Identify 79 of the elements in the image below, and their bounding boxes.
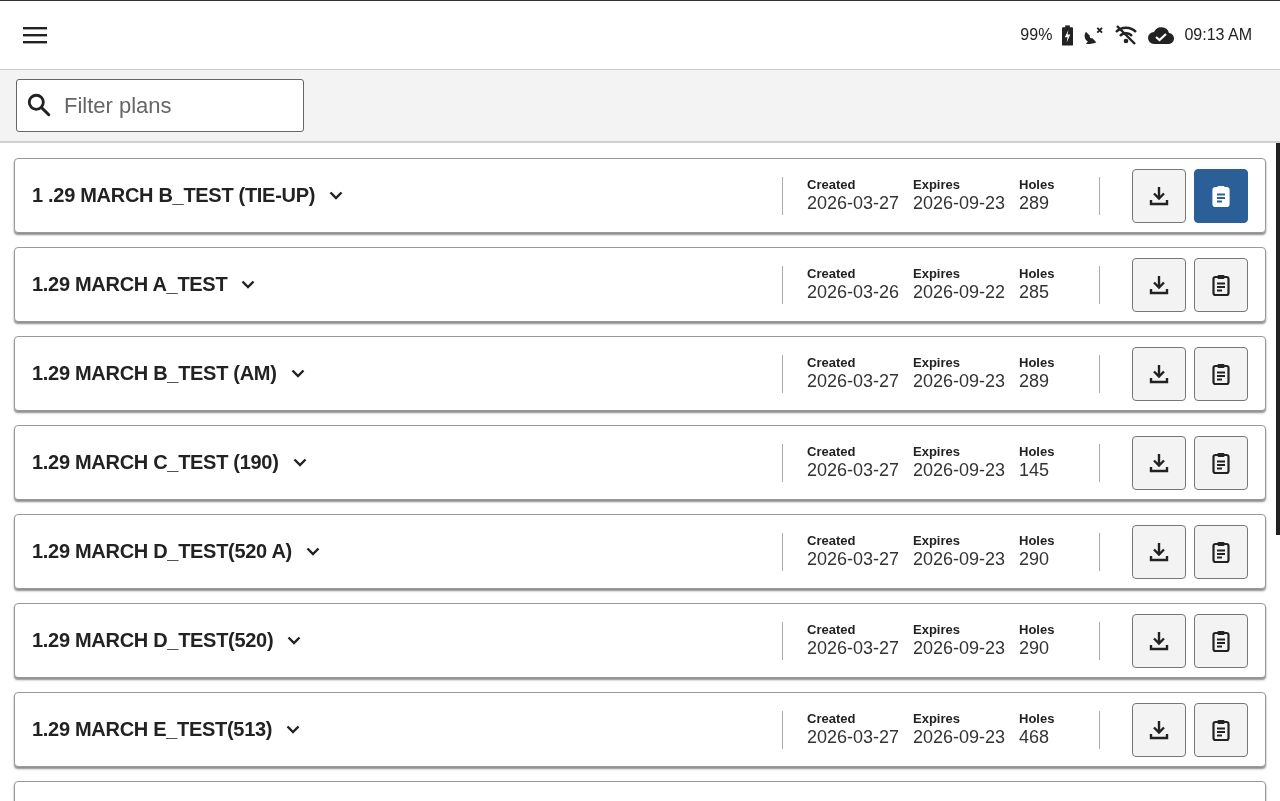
hole-count: 290	[1019, 549, 1051, 570]
holes-label: Holes	[1019, 355, 1056, 370]
chevron-down-icon[interactable]	[286, 725, 301, 734]
download-button[interactable]	[1132, 524, 1186, 579]
battery-icon	[1062, 24, 1074, 46]
expires-label: Expires	[913, 355, 961, 370]
report-button[interactable]	[1194, 613, 1248, 668]
expires-label: Expires	[913, 177, 961, 192]
hole-count: 285	[1019, 282, 1051, 303]
created-date: 2026-03-27	[807, 193, 901, 214]
holes-label: Holes	[1019, 444, 1056, 459]
expires-label: Expires	[913, 444, 961, 459]
expiry-date: 2026-09-23	[913, 193, 1007, 214]
download-button[interactable]	[1132, 257, 1186, 312]
chevron-down-icon[interactable]	[290, 369, 305, 378]
created-date: 2026-03-27	[807, 371, 901, 392]
chevron-down-icon[interactable]	[292, 458, 307, 467]
expiry-date: 2026-09-23	[913, 727, 1007, 748]
expiry-date: 2026-09-23	[913, 460, 1007, 481]
holes-label: Holes	[1019, 177, 1056, 192]
chevron-down-icon[interactable]	[241, 280, 256, 289]
report-button[interactable]	[1194, 346, 1248, 401]
created-date: 2026-03-26	[807, 282, 901, 303]
created-label: Created	[807, 355, 857, 370]
hole-count: 290	[1019, 638, 1051, 659]
holes-label: Holes	[1019, 622, 1056, 637]
download-button[interactable]	[1132, 346, 1186, 401]
chevron-down-icon[interactable]	[287, 636, 302, 645]
scrollbar[interactable]	[1276, 143, 1280, 535]
expires-label: Expires	[913, 711, 961, 726]
download-button[interactable]	[1132, 435, 1186, 490]
download-button[interactable]	[1132, 702, 1186, 757]
report-button[interactable]	[1194, 524, 1248, 579]
satellite-dish-icon	[1083, 25, 1105, 45]
plan-name: 1.29 MARCH E_TEST(513)	[32, 718, 273, 741]
menu-icon[interactable]	[23, 26, 47, 44]
created-label: Created	[807, 444, 857, 459]
holes-label: Holes	[1019, 533, 1056, 548]
wifi-off-icon	[1114, 25, 1139, 45]
hole-count: 468	[1019, 727, 1051, 748]
expires-label: Expires	[913, 533, 961, 548]
filter-field[interactable]: Filter plans	[16, 79, 304, 132]
hole-count: 145	[1019, 460, 1051, 481]
report-button[interactable]	[1194, 435, 1248, 490]
holes-label: Holes	[1019, 266, 1056, 281]
expiry-date: 2026-09-23	[913, 371, 1007, 392]
plan-name: 1.29 MARCH C_TEST (190)	[32, 451, 279, 474]
expiry-date: 2026-09-23	[913, 549, 1007, 570]
expires-label: Expires	[913, 266, 961, 281]
expires-label: Expires	[913, 622, 961, 637]
created-label: Created	[807, 177, 857, 192]
created-date: 2026-03-27	[807, 727, 901, 748]
cloud-check-icon	[1148, 26, 1175, 44]
holes-label: Holes	[1019, 711, 1056, 726]
chevron-down-icon[interactable]	[305, 547, 320, 556]
download-button[interactable]	[1132, 613, 1186, 668]
clock-time: 09:13 AM	[1184, 26, 1252, 44]
created-label: Created	[807, 533, 857, 548]
expiry-date: 2026-09-23	[913, 638, 1007, 659]
hole-count: 289	[1019, 371, 1051, 392]
created-date: 2026-03-27	[807, 460, 901, 481]
plan-name: 1 .29 MARCH B_TEST (TIE-UP)	[32, 184, 316, 207]
plan-name: 1.29 MARCH D_TEST(520 A)	[32, 540, 292, 563]
report-button[interactable]	[1194, 257, 1248, 312]
battery-level: 99%	[1020, 26, 1053, 44]
created-date: 2026-03-27	[807, 638, 901, 659]
chevron-down-icon[interactable]	[329, 191, 344, 200]
created-label: Created	[807, 711, 857, 726]
plan-name: 1.29 MARCH A_TEST	[32, 273, 228, 296]
plan-name: 1.29 MARCH D_TEST(520)	[32, 629, 274, 652]
report-button[interactable]	[1194, 168, 1248, 223]
expiry-date: 2026-09-22	[913, 282, 1007, 303]
report-button[interactable]	[1194, 702, 1248, 757]
created-label: Created	[807, 266, 857, 281]
download-button[interactable]	[1132, 168, 1186, 223]
created-label: Created	[807, 622, 857, 637]
hole-count: 289	[1019, 193, 1051, 214]
created-date: 2026-03-27	[807, 549, 901, 570]
plan-name: 1.29 MARCH B_TEST (AM)	[32, 362, 277, 385]
